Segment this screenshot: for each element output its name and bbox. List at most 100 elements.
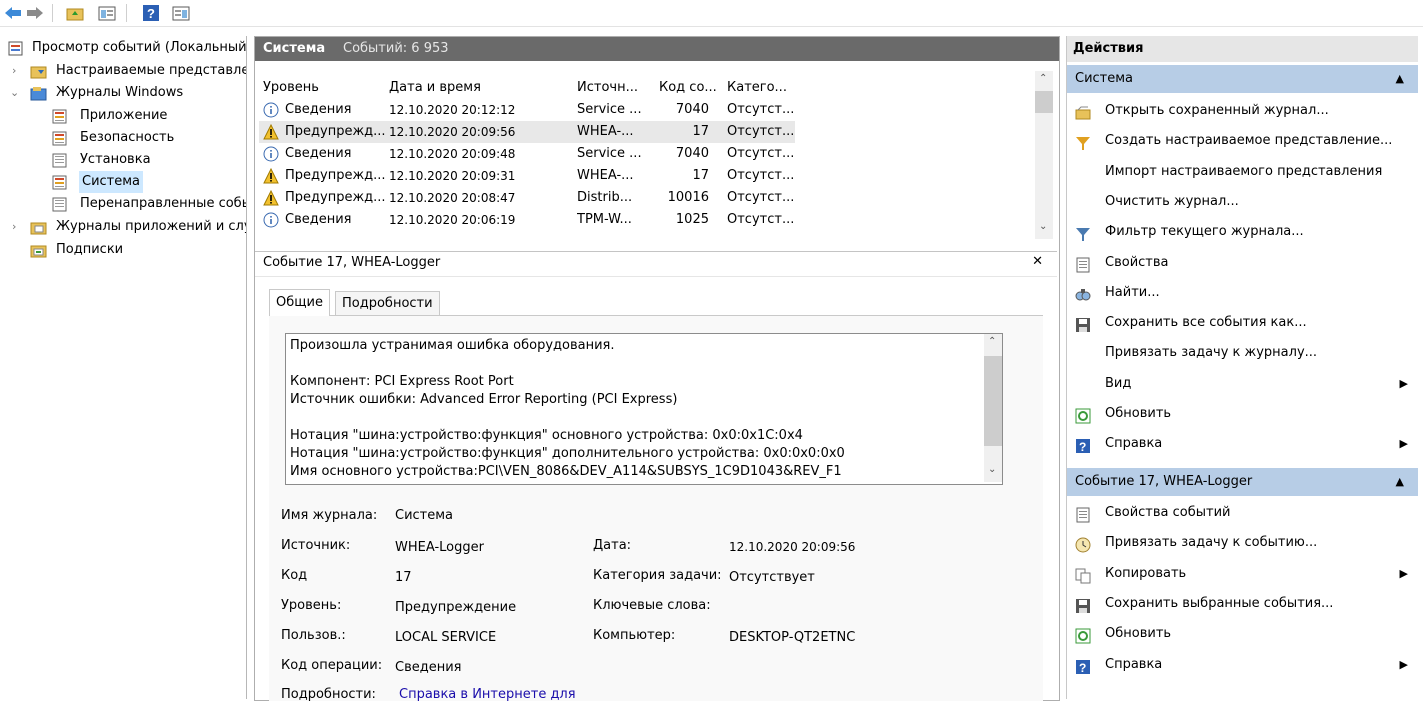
scroll-down-icon[interactable]: ⌄ [1039,221,1047,232]
cell-level: Сведения [285,212,352,227]
scroll-up-icon[interactable]: ⌃ [1039,73,1047,84]
expand-arrow-icon[interactable]: › [12,216,22,238]
tab-details[interactable]: Подробности [335,291,440,316]
action-item[interactable]: Привязать задачу к журналу... [1067,338,1418,368]
cell-source: Service ... [577,146,642,161]
scroll-up-icon[interactable]: ⌃ [988,336,996,347]
cell-source: WHEA-... [577,168,634,183]
label-more-info: Подробности: [281,687,376,702]
action-item[interactable]: Сохранить выбранные события... [1067,589,1418,619]
cell-date: 12.10.2020 20:09:48 [389,147,516,161]
action-item[interactable]: Найти... [1067,278,1418,308]
action-item[interactable]: Свойства событий [1067,498,1418,528]
table-row[interactable]: Сведения 12.10.2020 20:06:19 TPM-W... 1025 О… [259,209,795,231]
cell-source: Distrib... [577,190,633,205]
warning-icon [263,189,279,206]
description-scrollbar[interactable]: ⌃ ⌄ [984,334,1002,482]
save-icon [1075,315,1091,333]
show-hide-actions-icon[interactable] [170,2,192,24]
table-row[interactable]: Сведения 12.10.2020 20:12:12 Service ... 70… [259,99,795,121]
table-row[interactable]: Сведения 12.10.2020 20:09:48 Service ... 70… [259,143,795,165]
action-item[interactable]: Свойства [1067,248,1418,278]
label-keywords: Ключевые слова: [593,598,711,613]
log-icon [52,109,67,124]
cell-source: Service ... [577,102,642,117]
cell-category: Отсутст... [727,168,793,183]
tree-item-label: Журналы приложений и слу [56,219,247,234]
submenu-arrow-icon: ▶ [1399,566,1408,580]
table-row[interactable]: Предупрежд... 12.10.2020 20:09:31 WHEA-...… [259,165,795,187]
back-arrow-icon[interactable] [2,2,24,24]
collapse-icon[interactable]: ▲ [1396,65,1404,93]
column-header-level[interactable]: Уровень [263,77,383,99]
properties-icon [1075,505,1091,523]
submenu-arrow-icon: ▶ [1399,657,1408,671]
description-line: Источник ошибки: Advanced Error Reportin… [290,392,678,407]
cell-level: Предупрежд... [285,124,385,139]
action-item-label: Обновить [1105,626,1172,642]
collapse-arrow-icon[interactable]: ⌄ [10,82,20,104]
action-item[interactable]: Сохранить все события как... [1067,308,1418,338]
column-header-category[interactable]: Катего... [727,77,793,99]
tab-general[interactable]: Общие [269,289,330,316]
action-item-label: Сохранить выбранные события... [1105,595,1334,611]
toolbar-separator [52,4,53,22]
filter-create-icon [1075,133,1091,151]
label-date: Дата: [593,538,632,553]
action-item[interactable]: Импорт настраиваемого представления [1067,157,1418,187]
column-header-date[interactable]: Дата и время [389,77,569,99]
toolbar: ? [0,0,1423,27]
label-opcode: Код операции: [281,658,383,673]
expand-arrow-icon[interactable]: › [12,60,22,82]
value-event-id: 17 [395,570,412,585]
log-name: Система [263,41,326,56]
forward-arrow-icon[interactable] [24,2,46,24]
action-item[interactable]: Обновить [1067,399,1418,429]
cell-event-id: 10016 [667,190,709,205]
warning-icon [263,167,279,184]
events-scrollbar[interactable]: ⌃ ⌄ [1035,71,1053,239]
folder-up-icon[interactable] [64,2,86,24]
action-item[interactable]: Создать настраиваемое представление... [1067,126,1418,156]
action-item[interactable]: ? Справка ▶ [1067,650,1418,680]
open-folder-icon [1075,103,1091,120]
label-source: Источник: [281,538,351,553]
section-header-system[interactable]: Система ▲ [1067,65,1418,93]
column-header-source[interactable]: Источн... [577,77,647,99]
action-item[interactable]: Очистить журнал... [1067,187,1418,217]
table-row[interactable]: Предупрежд... 12.10.2020 20:08:47 Distrib.… [259,187,795,209]
action-item[interactable]: Фильтр текущего журнала... [1067,217,1418,247]
scroll-thumb[interactable] [984,356,1002,446]
label-user: Пользов.: [281,628,346,643]
event-description-box[interactable]: Произошла устранимая ошибка оборудования… [285,333,1003,485]
refresh-icon [1075,406,1091,424]
table-row[interactable]: Предупрежд... 12.10.2020 20:09:56 WHEA-...… [259,121,795,143]
action-item[interactable]: Открыть сохраненный журнал... [1067,96,1418,126]
folder-icon [30,220,47,235]
column-header-event-id[interactable]: Код со... [659,77,723,99]
scroll-down-icon[interactable]: ⌄ [988,464,996,475]
action-item-label: Очистить журнал... [1105,193,1239,209]
section-header-event[interactable]: Событие 17, WHEA-Logger ▲ [1067,468,1418,496]
refresh-icon [1075,626,1091,644]
action-item[interactable]: ? Справка ▶ [1067,429,1418,459]
action-item[interactable]: Привязать задачу к событию... [1067,528,1418,558]
close-icon[interactable]: ✕ [1032,254,1043,269]
action-item[interactable]: Вид ▶ [1067,369,1418,399]
cell-category: Отсутст... [727,190,793,205]
action-item-label: Импорт настраиваемого представления [1105,163,1383,179]
info-icon [263,212,279,228]
help-icon[interactable]: ? [140,2,162,24]
collapse-icon[interactable]: ▲ [1396,468,1404,496]
label-level: Уровень: [281,598,342,613]
cell-category: Отсутст... [727,212,793,227]
more-info-link[interactable]: Справка в Интернете для [399,687,576,702]
action-item[interactable]: Копировать ▶ [1067,559,1418,589]
action-item[interactable]: Обновить [1067,619,1418,649]
scroll-thumb[interactable] [1035,91,1053,113]
show-hide-tree-icon[interactable] [96,2,118,24]
action-item-label: Фильтр текущего журнала... [1105,224,1304,240]
value-user: LOCAL SERVICE [395,630,497,645]
label-event-id: Код [281,568,308,583]
action-item-label: Свойства [1105,254,1169,270]
